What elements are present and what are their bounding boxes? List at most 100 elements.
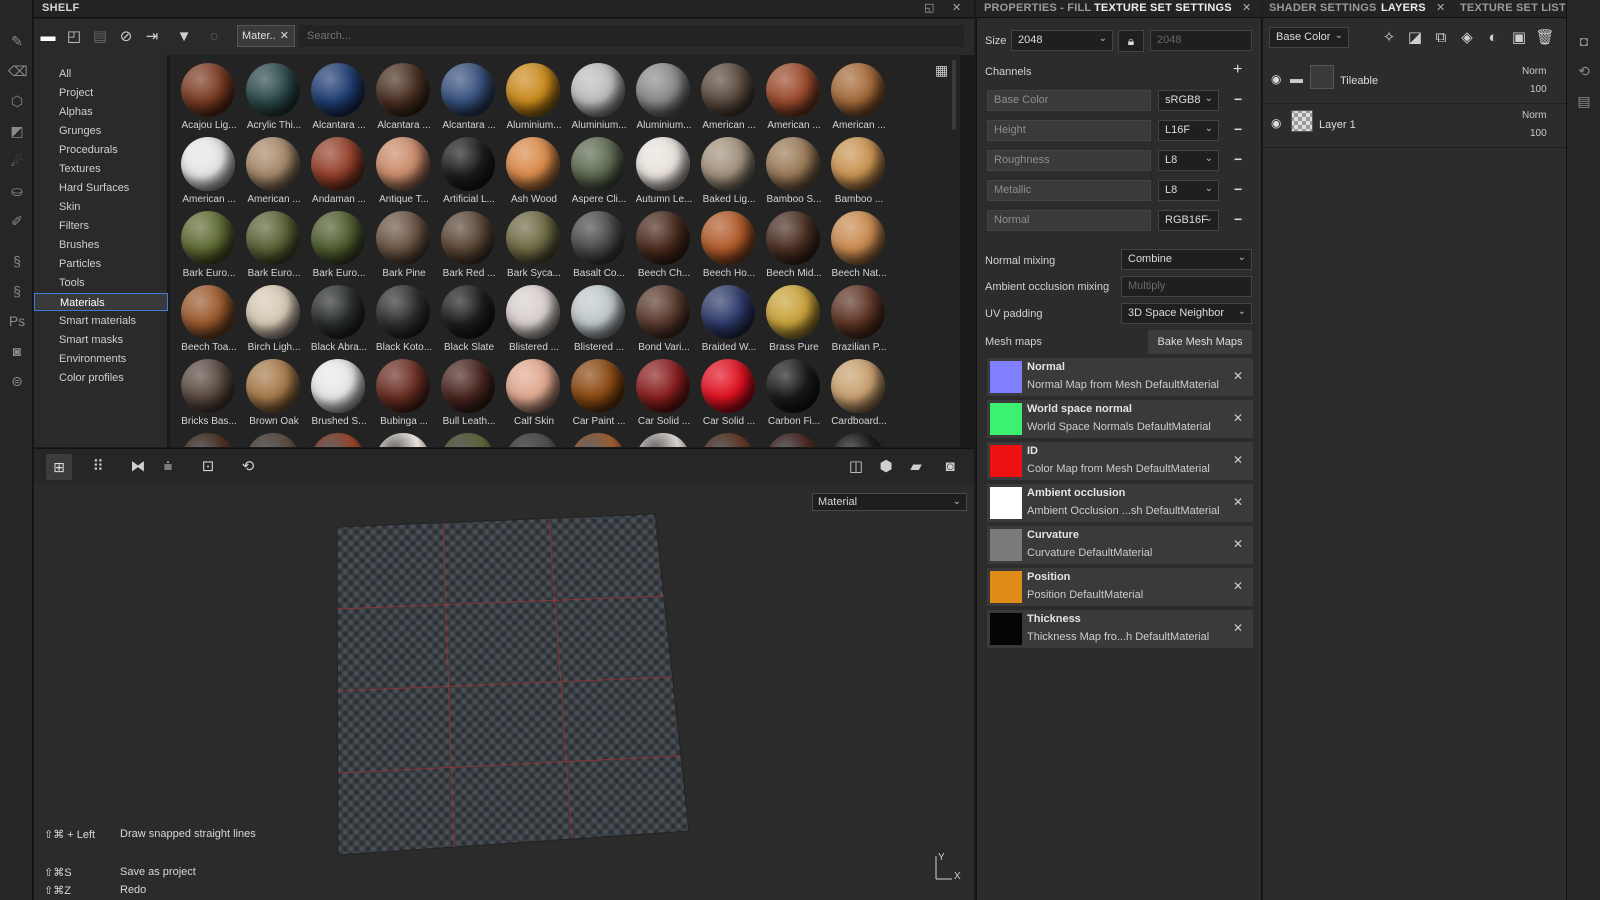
single-view-icon[interactable]: ⊞	[46, 454, 72, 480]
material-thumbnail[interactable]: Beech Toa...	[176, 281, 238, 355]
add-effect-icon[interactable]: ✧	[1379, 28, 1399, 48]
clone-stamp-icon[interactable]: ⛀	[8, 182, 26, 200]
add-frame-icon[interactable]: ⊡	[198, 457, 218, 477]
material-thumbnail[interactable]: Bricks Bas...	[176, 355, 238, 429]
history-icon[interactable]: ⟲	[238, 457, 258, 477]
material-thumbnail[interactable]: Car Solid ...	[631, 355, 693, 429]
eraser-icon[interactable]: ⌫	[8, 62, 28, 80]
material-thumbnail[interactable]: Basalt Co...	[566, 207, 628, 281]
tab-shader-settings[interactable]: SHADER SETTINGS	[1269, 2, 1377, 14]
shelf-category-all[interactable]: All	[34, 65, 168, 83]
material-thumbnail[interactable]: Aluminium...	[501, 59, 563, 133]
substance-alt-icon[interactable]: §	[8, 282, 26, 300]
mesh-map-row[interactable]: ID Color Map from Mesh DefaultMaterial ✕	[987, 442, 1253, 480]
material-thumbnail[interactable]: Bubinga ...	[371, 355, 433, 429]
align-icon[interactable]: ⩧	[158, 457, 178, 477]
remove-mesh-map-icon[interactable]: ✕	[1233, 495, 1243, 509]
lock-icon[interactable]: 🔒︎	[1118, 30, 1144, 52]
remove-mesh-map-icon[interactable]: ✕	[1233, 537, 1243, 551]
uv-padding-select[interactable]: 3D Space Neighbor ⌄	[1121, 303, 1252, 324]
color-picker-icon[interactable]: ✐	[8, 212, 26, 230]
tab-layers[interactable]: LAYERS	[1381, 2, 1426, 14]
layer-row[interactable]: ◉ ▬ Tileable Norm 100	[1263, 60, 1566, 104]
remove-channel-icon[interactable]: −	[1234, 181, 1242, 197]
shelf-category-skin[interactable]: Skin	[34, 198, 168, 216]
channel-format-select[interactable]: sRGB8 ⌄	[1158, 90, 1219, 111]
projection-icon[interactable]: ⬡	[8, 92, 26, 110]
remove-channel-icon[interactable]: −	[1234, 211, 1242, 227]
material-thumbnail[interactable]: American ...	[241, 133, 303, 207]
smudge-icon[interactable]: ☄	[8, 152, 26, 170]
camera-icon[interactable]: ◘	[1575, 32, 1593, 50]
substance-icon[interactable]: §	[8, 252, 26, 270]
mesh-map-row[interactable]: Position Position DefaultMaterial ✕	[987, 568, 1253, 606]
blend-mode[interactable]: Norm	[1522, 66, 1546, 77]
save-icon[interactable]: ▤	[90, 27, 110, 47]
material-thumbnail[interactable]: Calf Skin	[501, 355, 563, 429]
add-fill-layer-icon[interactable]: ◈	[1457, 28, 1477, 48]
close-icon[interactable]: ✕	[1436, 1, 1445, 14]
shelf-category-smart-materials[interactable]: Smart materials	[34, 312, 168, 330]
shelf-category-materials[interactable]: Materials	[34, 293, 168, 311]
channel-format-select[interactable]: RGB16F ⌄	[1158, 210, 1219, 231]
shelf-category-procedurals[interactable]: Procedurals	[34, 141, 168, 159]
layer-row[interactable]: ◉ Layer 1 Norm 100	[1263, 104, 1566, 148]
shelf-category-tools[interactable]: Tools	[34, 274, 168, 292]
shelf-category-alphas[interactable]: Alphas	[34, 103, 168, 121]
remove-channel-icon[interactable]: −	[1234, 151, 1242, 167]
remove-mesh-map-icon[interactable]: ✕	[1233, 369, 1243, 383]
material-thumbnail[interactable]: Brazilian P...	[826, 281, 888, 355]
material-thumbnail[interactable]: Carbon Fi...	[761, 355, 823, 429]
material-thumbnail[interactable]: Acajou Lig...	[176, 59, 238, 133]
viewport-mode-select[interactable]: Material ⌄	[812, 493, 967, 511]
material-thumbnail[interactable]: American ...	[176, 133, 238, 207]
close-icon[interactable]: ✕	[1242, 1, 1251, 14]
size-select[interactable]: 2048 ⌄	[1011, 30, 1113, 51]
log-icon[interactable]: ▤	[1575, 92, 1593, 110]
remove-mesh-map-icon[interactable]: ✕	[1233, 579, 1243, 593]
material-thumbnail[interactable]: Bark Red ...	[436, 207, 498, 281]
material-thumbnail[interactable]: Bark Euro...	[306, 207, 368, 281]
camera-video-icon[interactable]: ▰	[906, 457, 926, 477]
remove-mesh-map-icon[interactable]: ✕	[1233, 453, 1243, 467]
shelf-category-project[interactable]: Project	[34, 84, 168, 102]
mesh-map-row[interactable]: Curvature Curvature DefaultMaterial ✕	[987, 526, 1253, 564]
delete-layer-icon[interactable]: 🗑︎	[1535, 28, 1555, 48]
material-thumbnail[interactable]: Bamboo ...	[826, 133, 888, 207]
shelf-category-smart-masks[interactable]: Smart masks	[34, 331, 168, 349]
material-thumbnail[interactable]: Andaman ...	[306, 133, 368, 207]
blend-mode[interactable]: Norm	[1522, 110, 1546, 121]
material-thumbnail[interactable]: Aluminium...	[566, 59, 628, 133]
remove-filter-icon[interactable]: ✕	[280, 29, 289, 42]
tab-properties-fill[interactable]: PROPERTIES - FILL	[984, 2, 1091, 14]
material-thumbnail[interactable]: Beech Ho...	[696, 207, 758, 281]
history-icon[interactable]: ⟲	[1575, 62, 1593, 80]
material-thumbnail[interactable]: American ...	[696, 59, 758, 133]
folder-icon[interactable]: ▬	[38, 27, 58, 47]
remove-channel-icon[interactable]: −	[1234, 121, 1242, 137]
material-thumbnail[interactable]: Alcantara ...	[436, 59, 498, 133]
material-thumbnail[interactable]: Autumn Le...	[631, 133, 693, 207]
symmetry-icon[interactable]: ⧓	[128, 457, 148, 477]
filter-icon[interactable]: ▼	[174, 27, 194, 47]
polygon-fill-icon[interactable]: ◩	[8, 122, 26, 140]
material-thumbnail[interactable]: Alcantara ...	[306, 59, 368, 133]
mesh-map-row[interactable]: World space normal World Space Normals De…	[987, 400, 1253, 438]
material-thumbnail[interactable]: Baked Lig...	[696, 133, 758, 207]
paint-brush-icon[interactable]: ✎	[8, 32, 26, 50]
material-thumbnail[interactable]: Alcantara ...	[371, 59, 433, 133]
material-thumbnail[interactable]: Cardboard...	[826, 355, 888, 429]
material-thumbnail[interactable]: Beech Nat...	[826, 207, 888, 281]
material-thumbnail[interactable]: Car Paint ...	[566, 355, 628, 429]
material-thumbnail[interactable]: Antique T...	[371, 133, 433, 207]
visibility-eye-icon[interactable]: ◉	[1271, 116, 1281, 130]
material-thumbnail[interactable]: Bark Euro...	[176, 207, 238, 281]
normal-mixing-select[interactable]: Combine ⌄	[1121, 249, 1252, 270]
2d-view-icon[interactable]: ◫	[846, 457, 866, 477]
tab-texture-set-settings[interactable]: TEXTURE SET SETTINGS	[1094, 2, 1232, 14]
material-thumbnail[interactable]: Beech Mid...	[761, 207, 823, 281]
remove-mesh-map-icon[interactable]: ✕	[1233, 411, 1243, 425]
material-thumbnail[interactable]: American ...	[761, 59, 823, 133]
shelf-category-filters[interactable]: Filters	[34, 217, 168, 235]
shelf-category-grunges[interactable]: Grunges	[34, 122, 168, 140]
